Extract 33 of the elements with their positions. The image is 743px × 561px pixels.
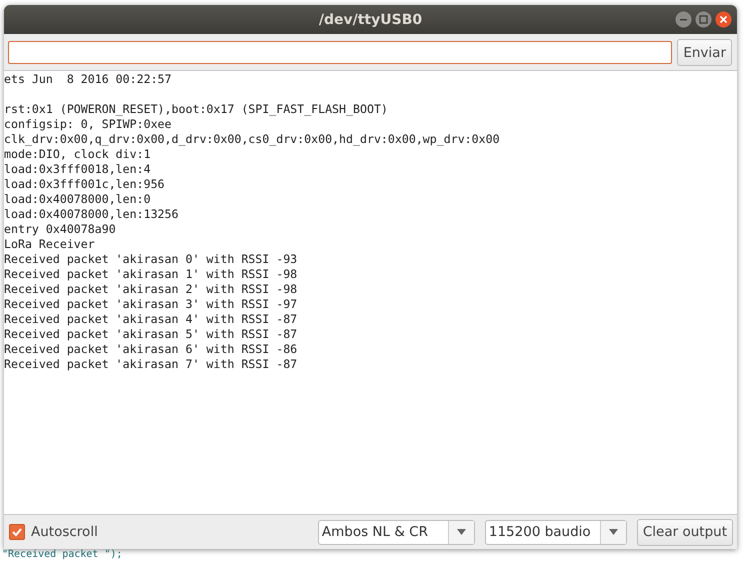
output-line: Received packet 'akirasan 4' with RSSI -87 [4,312,298,327]
output-line: ets Jun 8 2016 00:22:57 [4,72,172,87]
output-line: mode:DIO, clock div:1 [4,147,151,162]
baud-rate-dropdown[interactable]: 115200 baudio [484,520,627,544]
output-line: load:0x3fff001c,len:956 [4,177,165,192]
output-line: load:0x40078000,len:13256 [4,207,179,222]
close-icon[interactable] [715,11,732,28]
clear-output-button[interactable]: Clear output [636,518,733,546]
autoscroll-label: Autoscroll [31,524,98,540]
output-line: Received packet 'akirasan 2' with RSSI -98 [4,282,298,297]
send-button[interactable]: Enviar [677,39,732,66]
output-line: rst:0x1 (POWERON_RESET),boot:0x17 (SPI_FAST_FLASH_BOOT) [4,102,388,117]
output-line: entry 0x40078a90 [4,222,116,237]
dropdown-arrow-icon [608,529,618,535]
output-line: configsip: 0, SPIWP:0xee [4,117,172,132]
line-ending-dropdown[interactable]: Ambos NL & CR [318,520,475,544]
output-line: LoRa Receiver [4,237,95,252]
autoscroll-checkbox[interactable] [9,524,25,540]
output-line: Received packet 'akirasan 1' with RSSI -98 [4,267,298,282]
window-title: /dev/ttyUSB0 [318,12,422,28]
output-line: Received packet 'akirasan 3' with RSSI -97 [4,297,298,312]
send-field[interactable] [8,41,672,64]
output-line: Received packet 'akirasan 5' with RSSI -87 [4,327,298,342]
output-line: load:0x3fff0018,len:4 [4,162,151,177]
output-line: load:0x40078000,len:0 [4,192,151,207]
background-code-line: "Received packet "); [2,549,122,560]
minimize-icon[interactable] [675,11,692,28]
output-line: Received packet 'akirasan 6' with RSSI -86 [4,342,298,357]
checkmark-icon [11,526,23,538]
dropdown-arrow-icon [456,529,466,535]
output-line: Received packet 'akirasan 0' with RSSI -93 [4,252,298,267]
output-line: Received packet 'akirasan 7' with RSSI -87 [4,357,298,372]
output-line: clk_drv:0x00,q_drv:0x00,d_drv:0x00,cs0_drv:0x00,hd_drv:0x00,wp_drv:0x00 [4,132,500,147]
